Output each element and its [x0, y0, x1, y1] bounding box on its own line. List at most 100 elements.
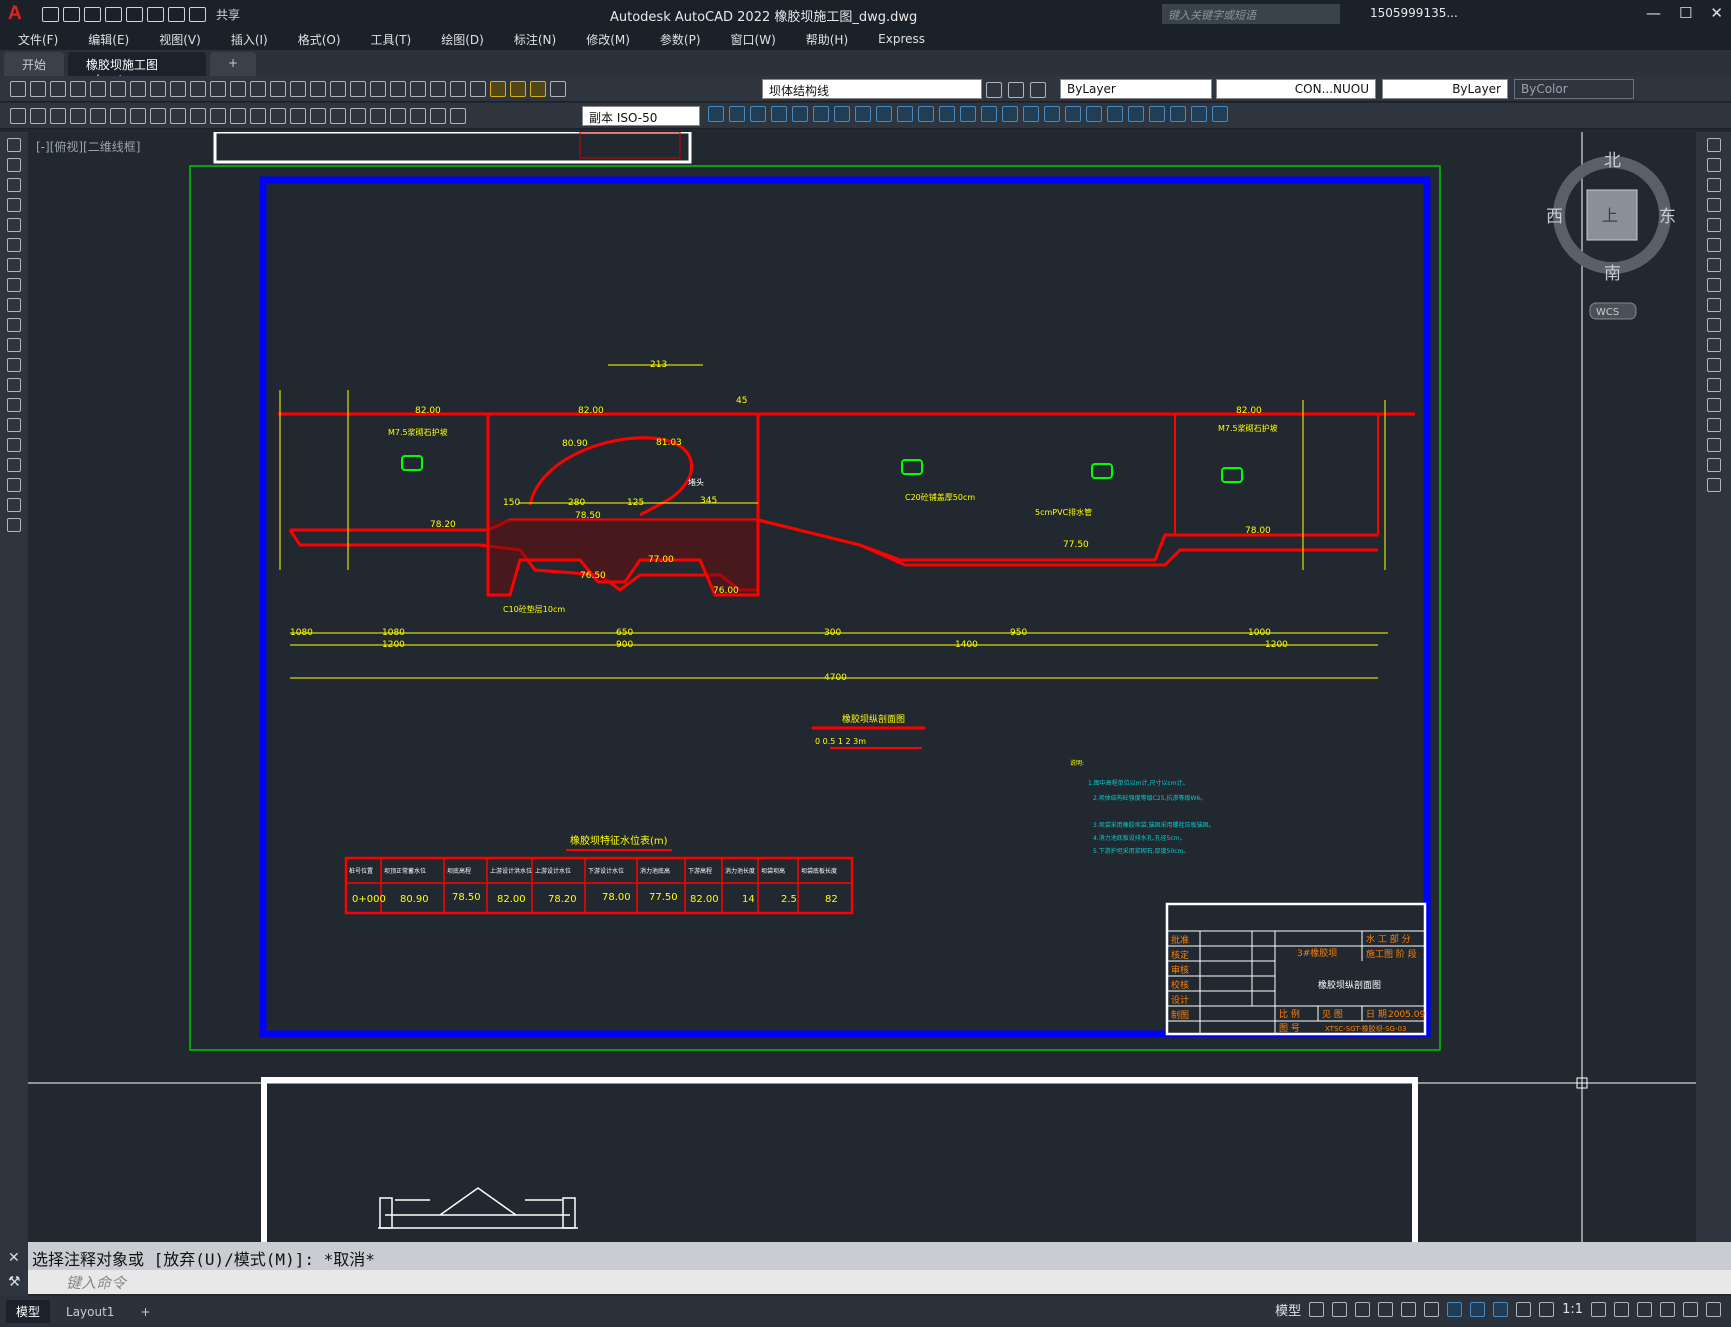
explode-icon[interactable]: [1023, 106, 1039, 122]
undo-tb-icon[interactable]: [210, 80, 226, 97]
chamfer-icon[interactable]: [981, 106, 997, 122]
mirror-icon[interactable]: [750, 106, 766, 122]
dim-update-icon[interactable]: [450, 107, 466, 124]
annotation-visibility-icon[interactable]: [1493, 1302, 1509, 1317]
saveas-icon[interactable]: [105, 6, 122, 22]
point-icon[interactable]: [7, 398, 21, 412]
baseline-dim-icon[interactable]: [250, 107, 266, 124]
minimize-icon[interactable]: —: [1646, 4, 1661, 22]
customize-command-icon[interactable]: ⚒: [8, 1274, 21, 1290]
snap-icon[interactable]: [1332, 1302, 1348, 1317]
fillet-side-icon[interactable]: [1706, 438, 1721, 452]
layer-on-icon[interactable]: [490, 80, 506, 97]
layer-properties-icon[interactable]: [470, 80, 486, 97]
construction-line-icon[interactable]: [7, 158, 21, 172]
plot-icon[interactable]: [147, 6, 164, 22]
user-account[interactable]: 1505999135...: [1370, 6, 1458, 20]
menu-format[interactable]: 格式(O): [286, 31, 341, 48]
dim-text-edit-icon[interactable]: [430, 107, 446, 124]
open-web-icon[interactable]: [126, 6, 143, 22]
dimstyle-dropdown[interactable]: 副本 ISO-50: [582, 106, 700, 126]
cut-icon[interactable]: [130, 80, 146, 97]
dim-edit-icon[interactable]: [410, 107, 426, 124]
tab-layout1[interactable]: Layout1: [56, 1302, 124, 1322]
redo-tb-icon[interactable]: [230, 80, 246, 97]
print-icon[interactable]: [70, 80, 86, 97]
paste-icon[interactable]: [170, 80, 186, 97]
ortho-icon[interactable]: [1355, 1302, 1371, 1317]
menu-modify[interactable]: 修改(M): [574, 31, 630, 48]
draworder-icon[interactable]: [1044, 106, 1060, 122]
rectangle-icon[interactable]: [7, 218, 21, 232]
offset-side-icon[interactable]: [1706, 198, 1721, 212]
object-snap-icon[interactable]: [1447, 1302, 1463, 1317]
viewcube-north[interactable]: 北: [1604, 151, 1621, 171]
color-dropdown[interactable]: ByLayer: [1060, 79, 1212, 99]
save-icon[interactable]: [84, 6, 101, 22]
dim-break-icon[interactable]: [310, 107, 326, 124]
new-tab-button[interactable]: +: [210, 52, 257, 76]
layer-previous-icon[interactable]: [1008, 82, 1024, 98]
ungroup-icon[interactable]: [50, 107, 66, 124]
ellipse-arc-icon[interactable]: [7, 338, 21, 352]
design-center-icon[interactable]: [350, 80, 366, 97]
redo-icon[interactable]: [189, 6, 206, 22]
hatch-edit-icon[interactable]: [1065, 106, 1081, 122]
isodraft-icon[interactable]: [1401, 1302, 1417, 1317]
open-file-icon[interactable]: [30, 80, 46, 97]
calculator-icon[interactable]: [430, 80, 446, 97]
offset-icon[interactable]: [771, 106, 787, 122]
blend-side-icon[interactable]: [1706, 458, 1721, 472]
tolerance-icon[interactable]: [330, 107, 346, 124]
lineweight-icon[interactable]: [1470, 1302, 1486, 1317]
menu-tools[interactable]: 工具(T): [359, 31, 412, 48]
jogged-linear-icon[interactable]: [390, 107, 406, 124]
rotate-icon[interactable]: [834, 106, 850, 122]
tab-model[interactable]: 模型: [6, 1300, 51, 1323]
dim-space-icon[interactable]: [290, 107, 306, 124]
viewcube[interactable]: 上 北 南 东 西 WCS: [1546, 151, 1676, 320]
angular-dim-icon[interactable]: [210, 107, 226, 124]
close-command-icon[interactable]: ✕: [8, 1250, 20, 1266]
grid-icon[interactable]: [1309, 1302, 1325, 1317]
make-current-layer-icon[interactable]: [986, 82, 1002, 98]
pedit-icon[interactable]: [1086, 106, 1102, 122]
viewcube-west[interactable]: 西: [1546, 207, 1563, 227]
quick-dim-icon[interactable]: [230, 107, 246, 124]
hardware-accel-icon[interactable]: [1660, 1302, 1675, 1317]
workspace-gear-icon[interactable]: [1591, 1302, 1606, 1317]
menu-insert[interactable]: 插入(I): [219, 31, 268, 48]
help-icon[interactable]: [450, 80, 466, 97]
copy-clip-icon[interactable]: [708, 106, 724, 122]
viewcube-top[interactable]: 上: [1602, 206, 1618, 225]
linetype-dropdown[interactable]: CON...NUOU: [1216, 79, 1376, 99]
lineweight-dropdown[interactable]: ByLayer: [1382, 79, 1508, 99]
plotstyle-dropdown[interactable]: ByColor: [1514, 79, 1634, 99]
array-icon[interactable]: [792, 106, 808, 122]
viewcube-east[interactable]: 东: [1659, 207, 1676, 227]
undo-icon[interactable]: [168, 6, 185, 22]
tool-palettes-icon[interactable]: [370, 80, 386, 97]
menu-file[interactable]: 文件(F): [6, 31, 58, 48]
auto-scale-icon[interactable]: [1516, 1302, 1532, 1317]
radius-dim-icon[interactable]: [150, 107, 166, 124]
copy-side-icon[interactable]: [1706, 158, 1721, 172]
share-button[interactable]: 共享: [216, 6, 240, 23]
menu-help[interactable]: 帮助(H): [794, 31, 848, 48]
join-side-icon[interactable]: [1706, 398, 1721, 412]
trim-side-icon[interactable]: [1706, 318, 1721, 332]
hatch-icon[interactable]: [7, 418, 21, 432]
polyline-icon[interactable]: [7, 178, 21, 192]
erase-icon[interactable]: [729, 106, 745, 122]
properties-icon[interactable]: [330, 80, 346, 97]
menu-edit[interactable]: 编辑(E): [76, 31, 129, 48]
polar-icon[interactable]: [1378, 1302, 1394, 1317]
gradient-icon[interactable]: [7, 438, 21, 452]
scale-side-icon[interactable]: [1706, 278, 1721, 292]
menu-draw[interactable]: 绘图(D): [429, 31, 484, 48]
break-icon[interactable]: [939, 106, 955, 122]
publish-icon[interactable]: [110, 80, 126, 97]
wcs-menu[interactable]: WCS: [1596, 307, 1619, 318]
layer-color-icon[interactable]: [550, 80, 566, 97]
spline-edit-icon[interactable]: [1107, 106, 1123, 122]
